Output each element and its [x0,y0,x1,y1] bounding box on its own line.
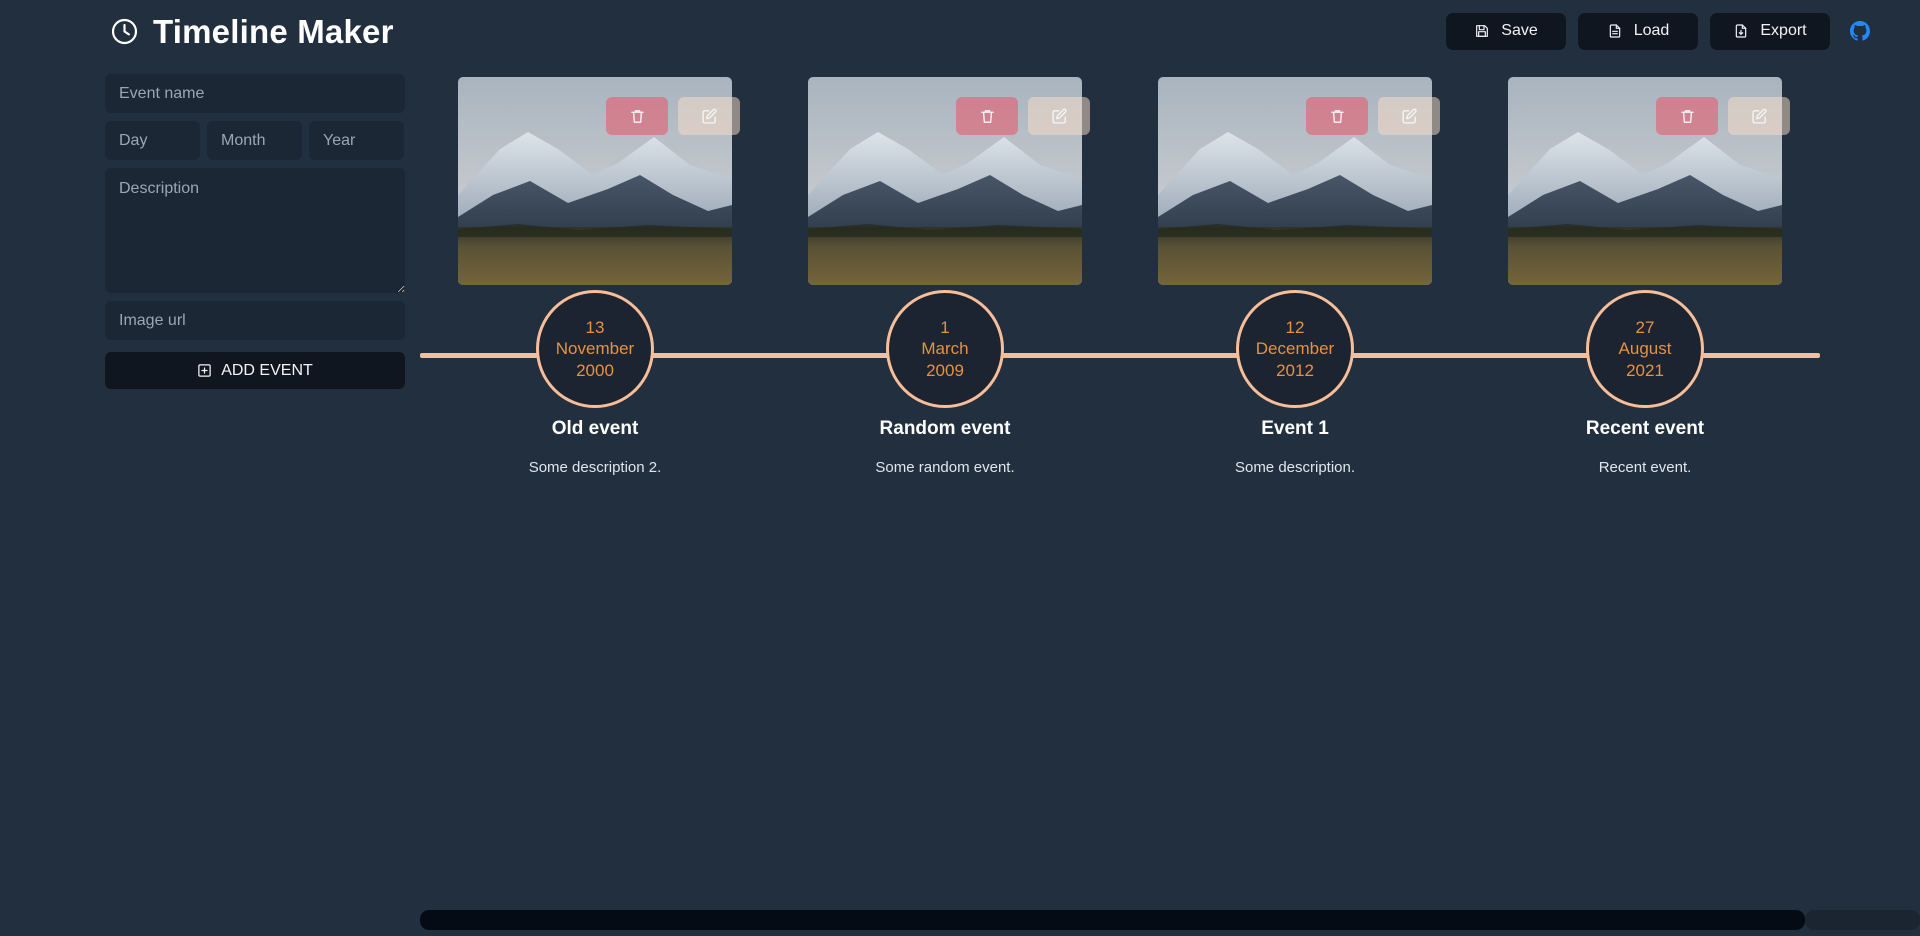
event-actions [1306,97,1440,135]
pencil-square-icon [1401,108,1418,125]
event-month: November [555,339,635,359]
event-day: 1 [940,318,950,338]
edit-event-button[interactable] [1378,97,1440,135]
timeline-event: 12 December 2012 Event 1 Some descriptio… [1120,0,1470,500]
event-date-circle[interactable]: 27 August 2021 [1586,290,1704,408]
event-form: ADD EVENT [105,74,405,389]
trash-icon [979,108,996,125]
event-description: Some random event. [875,459,1015,476]
timeline-event: 1 March 2009 Random event Some random ev… [770,0,1120,500]
add-event-label: ADD EVENT [221,361,313,379]
event-month: March [921,339,969,359]
event-year: 2009 [926,360,964,380]
edit-event-button[interactable] [678,97,740,135]
month-input[interactable] [207,121,302,160]
delete-event-button[interactable] [956,97,1018,135]
date-inputs [105,121,405,160]
timeline: 13 November 2000 Old event Some descript… [420,0,1920,936]
event-title: Random event [879,418,1011,439]
clock-icon [110,17,139,46]
event-image-wrap [1508,77,1790,285]
trash-icon [1679,108,1696,125]
edit-event-button[interactable] [1028,97,1090,135]
event-day: 27 [1635,318,1655,338]
event-title: Event 1 [1261,418,1329,439]
timeline-event: 13 November 2000 Old event Some descript… [420,0,770,500]
day-input[interactable] [105,121,200,160]
event-name-input[interactable] [105,74,405,113]
delete-event-button[interactable] [1306,97,1368,135]
year-input[interactable] [309,121,404,160]
scrollbar-track[interactable] [1805,910,1920,930]
event-actions [1656,97,1790,135]
add-event-button[interactable]: ADD EVENT [105,352,405,389]
scrollbar-thumb[interactable] [420,910,1805,930]
event-month: August [1618,339,1672,359]
event-day: 13 [585,318,605,338]
event-date-circle[interactable]: 13 November 2000 [536,290,654,408]
event-date-circle[interactable]: 1 March 2009 [886,290,1004,408]
event-description: Some description. [1234,459,1356,476]
horizontal-scrollbar[interactable] [420,910,1920,930]
trash-icon [629,108,646,125]
event-image-wrap [458,77,740,285]
image-url-input[interactable] [105,301,405,340]
event-year: 2000 [576,360,614,380]
event-description: Recent event. [1598,459,1692,476]
plus-square-icon [197,363,212,378]
event-year: 2012 [1276,360,1314,380]
delete-event-button[interactable] [1656,97,1718,135]
pencil-square-icon [1051,108,1068,125]
description-textarea[interactable] [105,168,405,293]
timeline-maker-app: Timeline Maker Save Load Export Event na… [0,0,1920,936]
page-title: Timeline Maker [153,12,394,50]
event-actions [956,97,1090,135]
event-actions [606,97,740,135]
event-title: Recent event [1585,418,1705,439]
event-year: 2021 [1626,360,1664,380]
brand: Timeline Maker [110,15,394,48]
event-day: 12 [1285,318,1305,338]
pencil-square-icon [701,108,718,125]
event-date-circle[interactable]: 12 December 2012 [1236,290,1354,408]
event-description: Some description 2. [528,459,662,476]
edit-event-button[interactable] [1728,97,1790,135]
event-title: Old event [551,418,639,439]
delete-event-button[interactable] [606,97,668,135]
event-image-wrap [1158,77,1440,285]
event-image-wrap [808,77,1090,285]
event-month: December [1255,339,1335,359]
timeline-events: 13 November 2000 Old event Some descript… [420,0,1820,500]
pencil-square-icon [1751,108,1768,125]
timeline-event: 27 August 2021 Recent event Recent event… [1470,0,1820,500]
trash-icon [1329,108,1346,125]
